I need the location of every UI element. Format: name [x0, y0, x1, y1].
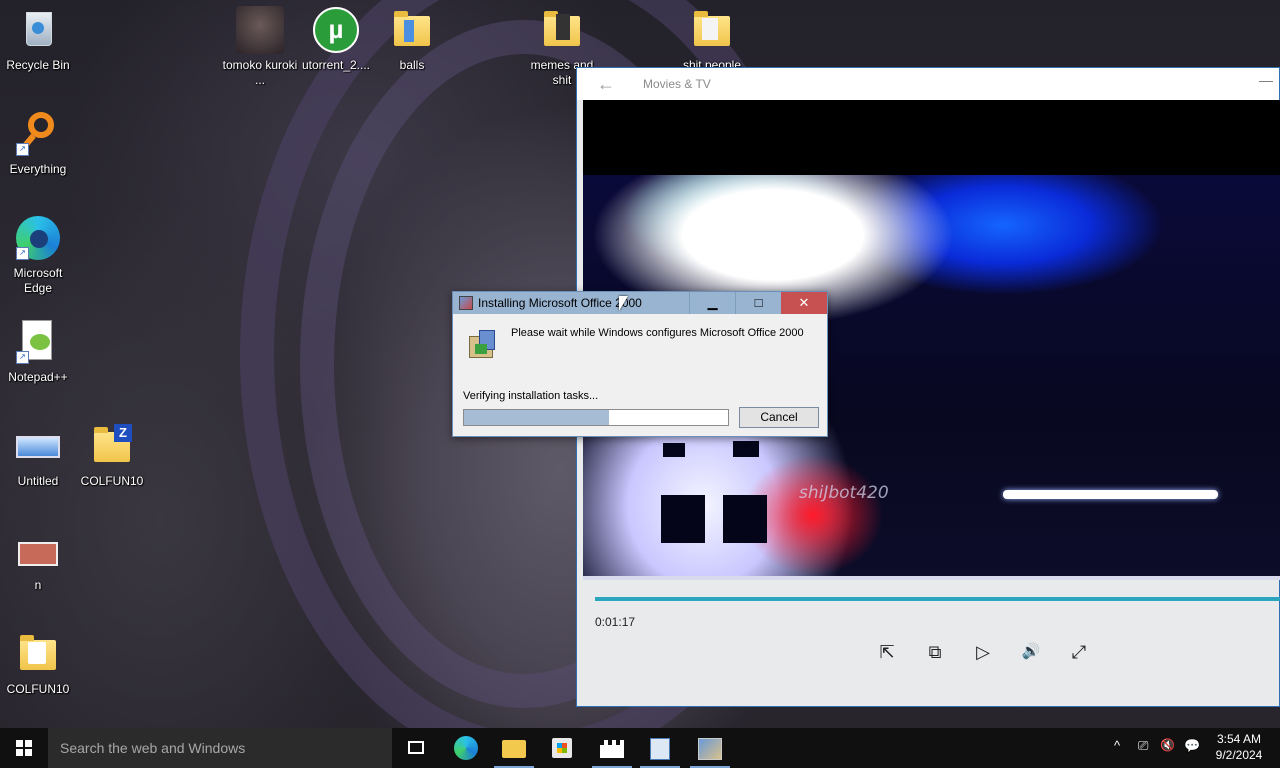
desktop-icon-label: Untitled — [17, 474, 59, 488]
fullscreen-icon[interactable]: ⤢ — [1065, 638, 1093, 666]
desktop-icon-recycle-bin[interactable]: Recycle Bin — [0, 6, 76, 73]
edge-icon[interactable] — [442, 732, 490, 764]
clock-date: 9/2/2024 — [1215, 748, 1263, 762]
search-placeholder: Search the web and Windows — [60, 740, 246, 756]
video-watermark: shiJbot420 — [799, 483, 889, 503]
volume-muted-icon[interactable]: 🔇 — [1160, 738, 1175, 752]
desktop-icon-label: Microsoft Edge — [13, 266, 63, 295]
desktop-icon-notepadpp[interactable]: ↗ Notepad++ — [0, 318, 76, 385]
desktop-icon-colfun10-zip[interactable]: Z COLFUN10 — [74, 422, 150, 489]
desktop-icon-label: Notepad++ — [8, 370, 68, 384]
seek-bar[interactable] — [595, 597, 1280, 601]
monitor-icon — [14, 422, 62, 470]
desktop-icon-label: utorrent_2.... — [301, 58, 371, 72]
search-box[interactable]: Search the web and Windows — [48, 728, 392, 768]
folder-icon — [688, 6, 736, 54]
desktop-icon-colfun10-doc[interactable]: COLFUN10 — [0, 630, 76, 697]
desktop-icon-everything[interactable]: ↗ Everything — [0, 110, 76, 177]
clock[interactable]: 3:54 AM 9/2/2024 — [1210, 731, 1268, 763]
edge-icon: ↗ — [14, 214, 62, 262]
video-detail — [583, 576, 1280, 580]
desktop-icon-label: Recycle Bin — [6, 58, 70, 72]
video-detail — [733, 441, 759, 457]
store-icon[interactable] — [538, 732, 586, 764]
desktop-icon-n[interactable]: n — [0, 526, 76, 593]
folder-icon — [388, 6, 436, 54]
progress-bar — [463, 409, 729, 426]
desktop-icon-edge[interactable]: ↗ Microsoft Edge — [0, 214, 76, 296]
computer-icon — [14, 526, 62, 574]
app-title: Movies & TV — [643, 77, 711, 91]
volume-icon[interactable]: 🔊 — [1017, 638, 1045, 666]
desktop-icon-label: COLFUN10 — [6, 682, 70, 696]
show-hidden-icons-icon[interactable]: ^ — [1114, 738, 1120, 753]
zip-folder-icon: Z — [88, 422, 136, 470]
desktop-icon-tomoko[interactable]: tomoko kuroki ... — [222, 6, 298, 88]
notepadpp-icon: ↗ — [14, 318, 62, 366]
installer-icon — [459, 296, 473, 310]
cancel-button[interactable]: Cancel — [739, 407, 819, 428]
desktop-icon-label: COLFUN10 — [80, 474, 144, 488]
desktop: Recycle Bin tomoko kuroki ... µ utorrent… — [0, 0, 1280, 728]
video-detail — [663, 443, 685, 457]
status-text: Verifying installation tasks... — [463, 390, 599, 402]
back-arrow-icon[interactable]: ← — [597, 74, 615, 95]
desktop-icon-untitled[interactable]: Untitled — [0, 422, 76, 489]
maximize-button[interactable]: □ — [735, 292, 781, 314]
installer-icon[interactable] — [686, 732, 734, 768]
document-folder-icon — [14, 630, 62, 678]
file-explorer-icon[interactable] — [490, 732, 538, 768]
desktop-icon-balls[interactable]: balls — [374, 6, 450, 73]
desktop-icon-label: tomoko kuroki ... — [222, 58, 298, 87]
elapsed-time: 0:01:17 — [595, 615, 636, 629]
mini-view-icon[interactable]: ⧉ — [921, 638, 949, 666]
notifications-icon[interactable]: 💬 — [1184, 738, 1200, 754]
folder-icon — [538, 6, 586, 54]
minimize-button[interactable]: — — [1259, 72, 1273, 88]
taskbar: Search the web and Windows ^ ⎚ 🔇 💬 3:54 … — [0, 728, 1280, 768]
package-icon — [465, 328, 497, 360]
play-icon[interactable]: ▷ — [969, 638, 997, 666]
movies-tv-icon[interactable] — [588, 732, 636, 768]
desktop-icon-label: n — [34, 578, 42, 592]
utorrent-icon: µ — [312, 6, 360, 54]
recycle-bin-icon — [14, 6, 62, 54]
close-button[interactable]: ✕ — [781, 292, 827, 314]
desktop-icon-label: Everything — [9, 162, 67, 176]
calculator-icon[interactable] — [636, 732, 684, 768]
installer-dialog: Installing Microsoft Office 2000 ▁ □ ✕ P… — [452, 291, 828, 437]
minimize-button[interactable]: ▁ — [689, 292, 735, 314]
network-icon[interactable]: ⎚ — [1138, 738, 1148, 754]
video-detail — [1003, 490, 1218, 499]
desktop-icon-utorrent[interactable]: µ utorrent_2.... — [298, 6, 374, 73]
dialog-titlebar[interactable]: Installing Microsoft Office 2000 ▁ □ ✕ — [453, 292, 827, 314]
mouse-cursor-icon — [619, 296, 628, 311]
desktop-icon-label: balls — [399, 58, 425, 72]
clock-time: 3:54 AM — [1216, 732, 1262, 746]
dialog-title: Installing Microsoft Office 2000 — [478, 296, 642, 310]
video-detail — [723, 495, 767, 543]
windows-logo-icon — [16, 740, 32, 756]
image-thumbnail-icon — [236, 6, 284, 54]
movies-titlebar: ← Movies & TV — — [577, 68, 1279, 100]
task-view-icon[interactable] — [392, 732, 440, 764]
progress-fill — [464, 410, 610, 425]
cast-icon[interactable]: ⇱ — [873, 638, 901, 666]
dialog-message: Please wait while Windows configures Mic… — [511, 327, 804, 339]
start-button[interactable] — [0, 728, 48, 768]
everything-search-icon: ↗ — [14, 110, 62, 158]
desktop-icon-shit-people[interactable]: shit people — [674, 6, 750, 73]
video-detail — [661, 495, 705, 543]
